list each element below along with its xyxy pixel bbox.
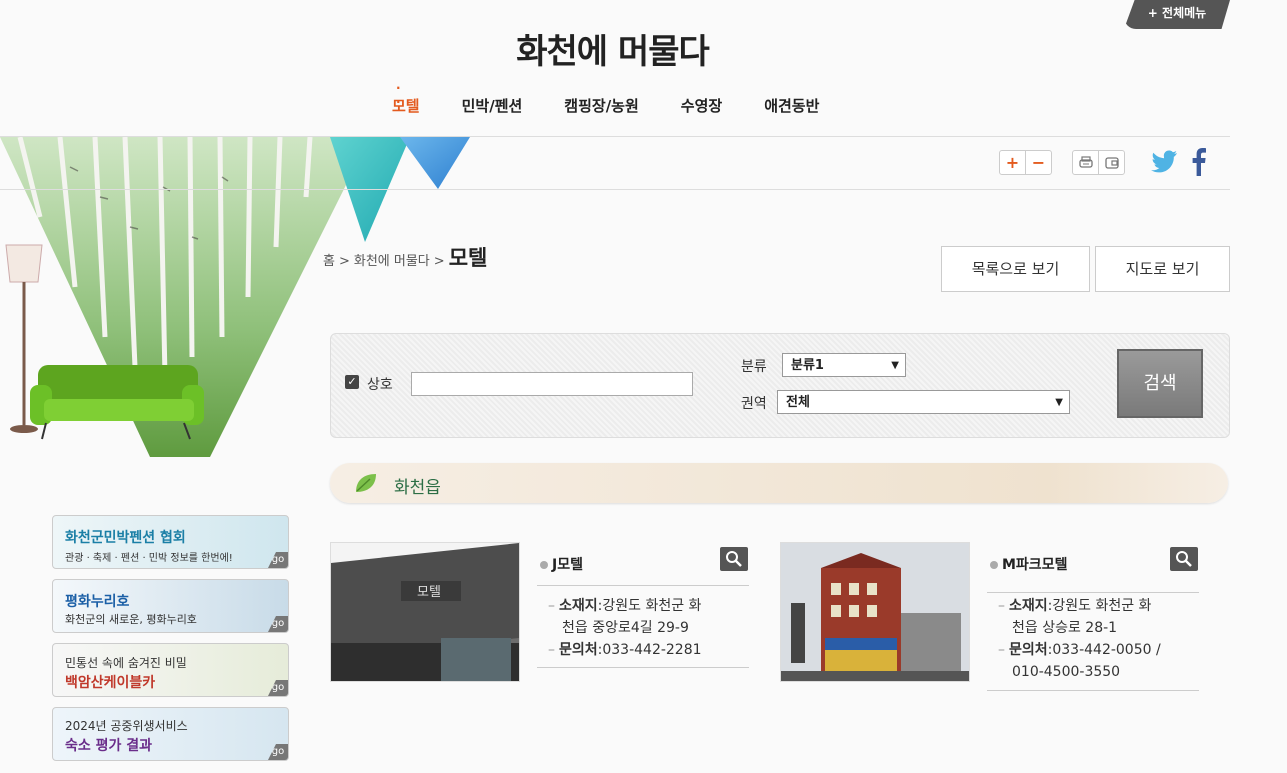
divider [987,690,1199,691]
address-key: 소재지 [559,598,598,614]
divider [537,667,749,668]
category-label: 분류 [741,359,767,375]
phone-value: :033-442-0050 / [1047,642,1161,658]
divider [0,189,1230,190]
banner-go: go [268,552,288,568]
area-select-value: 전체 [786,395,810,410]
search-button[interactable]: 검색 [1117,349,1203,418]
banner-subtitle: 관광 · 축제 · 펜션 · 민박 정보를 한번에! [65,553,233,564]
chevron-down-icon: ▼ [891,360,899,371]
breadcrumb-home[interactable]: 홈 [323,250,335,269]
banner-title: 민통선 속에 숨겨진 비밀 [65,656,187,670]
page-actions [1072,149,1125,175]
nav-item-pension[interactable]: 민박/펜션 [462,95,523,116]
region-heading: 화천읍 [330,463,1228,503]
area-label: 권역 [741,396,767,412]
nav-item-motel[interactable]: 모텔 [392,81,420,116]
motel-thumbnail[interactable] [780,542,970,682]
twitter-icon[interactable] [1149,150,1179,174]
banner-cable-car[interactable]: 민통선 속에 숨겨진 비밀 백암산케이블카 go [52,643,289,697]
chevron-down-icon: ▼ [1055,397,1063,408]
print-icon[interactable] [1073,150,1099,174]
banner-title: 화천군민박펜션 협회 [65,530,186,546]
banner-peace-ship[interactable]: 평화누리호 화천군의 새로운, 평화누리호 go [52,579,289,633]
nav-item-pet[interactable]: 애견동반 [764,95,819,116]
motel-thumbnail[interactable]: 모텔 [330,542,520,682]
motel-sign-text: 모텔 [417,585,441,600]
banner-title: 평화누리호 [65,594,130,610]
address-line1: :강원도 화천군 화 [597,598,702,614]
banner-go: go [268,616,288,632]
checkbox-icon[interactable]: ✓ [345,375,359,389]
minus-icon[interactable]: − [1026,151,1051,174]
list-view-button[interactable]: 목록으로 보기 [941,246,1090,292]
phone-key: 문의처 [1009,642,1048,658]
motel-name[interactable]: M파크모텔 [990,554,1067,574]
breadcrumb-separator: > [433,254,445,269]
address-line2: 천읍 중앙로4길 29-9 [562,620,689,636]
banner-title: 2024년 공중위생서비스 [65,719,188,733]
breadcrumb: 홈 > 화천에 머물다 > 모텔 [323,242,487,272]
divider [987,592,1199,593]
motel-info: – 소재지:강원도 화천군 화 천읍 상승로 28-1 – 문의처:033-442-… [998,595,1208,683]
map-view-button[interactable]: 지도로 보기 [1095,246,1230,292]
name-search-input[interactable] [411,372,693,396]
facebook-icon[interactable] [1191,148,1207,176]
magnifier-icon[interactable] [720,547,748,571]
sns-links [1149,148,1207,176]
nav-item-pool[interactable]: 수영장 [681,95,722,116]
area-select[interactable]: 전체 ▼ [777,390,1070,414]
font-size-controls: + − [999,149,1052,175]
breadcrumb-separator: > [338,254,350,269]
bookmark-icon[interactable] [1099,151,1124,174]
plus-icon[interactable]: + [1000,150,1026,174]
divider [537,585,749,586]
banner-subtitle: 백암산케이블카 [65,675,156,691]
region-title: 화천읍 [394,478,441,498]
motel-name[interactable]: J모텔 [540,554,583,574]
page-title: 모텔 [448,246,488,270]
banner-pension-association[interactable]: 화천군민박펜션 협회 관광 · 축제 · 펜션 · 민박 정보를 한번에! go [52,515,289,569]
banner-go: go [268,744,288,760]
banner-go: go [268,680,288,696]
name-checkbox-label: 상호 [367,377,393,393]
magnifier-icon[interactable] [1170,547,1198,571]
banner-subtitle: 화천군의 새로운, 평화누리호 [65,613,197,626]
phone-value: :033-442-2281 [597,642,702,658]
breadcrumb-parent[interactable]: 화천에 머물다 [354,250,430,269]
address-line1: :강원도 화천군 화 [1047,598,1152,614]
banner-subtitle: 숙소 평가 결과 [65,738,153,754]
category-select-value: 분류1 [791,358,824,373]
phone-key: 문의처 [559,642,598,658]
nav-item-camping[interactable]: 캠핑장/농원 [564,95,638,116]
address-line2: 천읍 상승로 28-1 [1012,620,1118,636]
address-key: 소재지 [1009,598,1048,614]
category-select[interactable]: 분류1 ▼ [782,353,906,377]
phone-value-2: 010-4500-3550 [1012,664,1121,680]
site-title: 화천에 머물다 [516,32,710,72]
page-toolbar: + − [999,148,1207,176]
motel-info: – 소재지:강원도 화천군 화 천읍 중앙로4길 29-9 – 문의처:033-44… [548,595,748,661]
main-nav: 모텔 민박/펜션 캠핑장/농원 수영장 애견동반 [392,81,819,116]
banner-hygiene-evaluation[interactable]: 2024년 공중위생서비스 숙소 평가 결과 go [52,707,289,761]
leaf-icon [356,474,376,492]
